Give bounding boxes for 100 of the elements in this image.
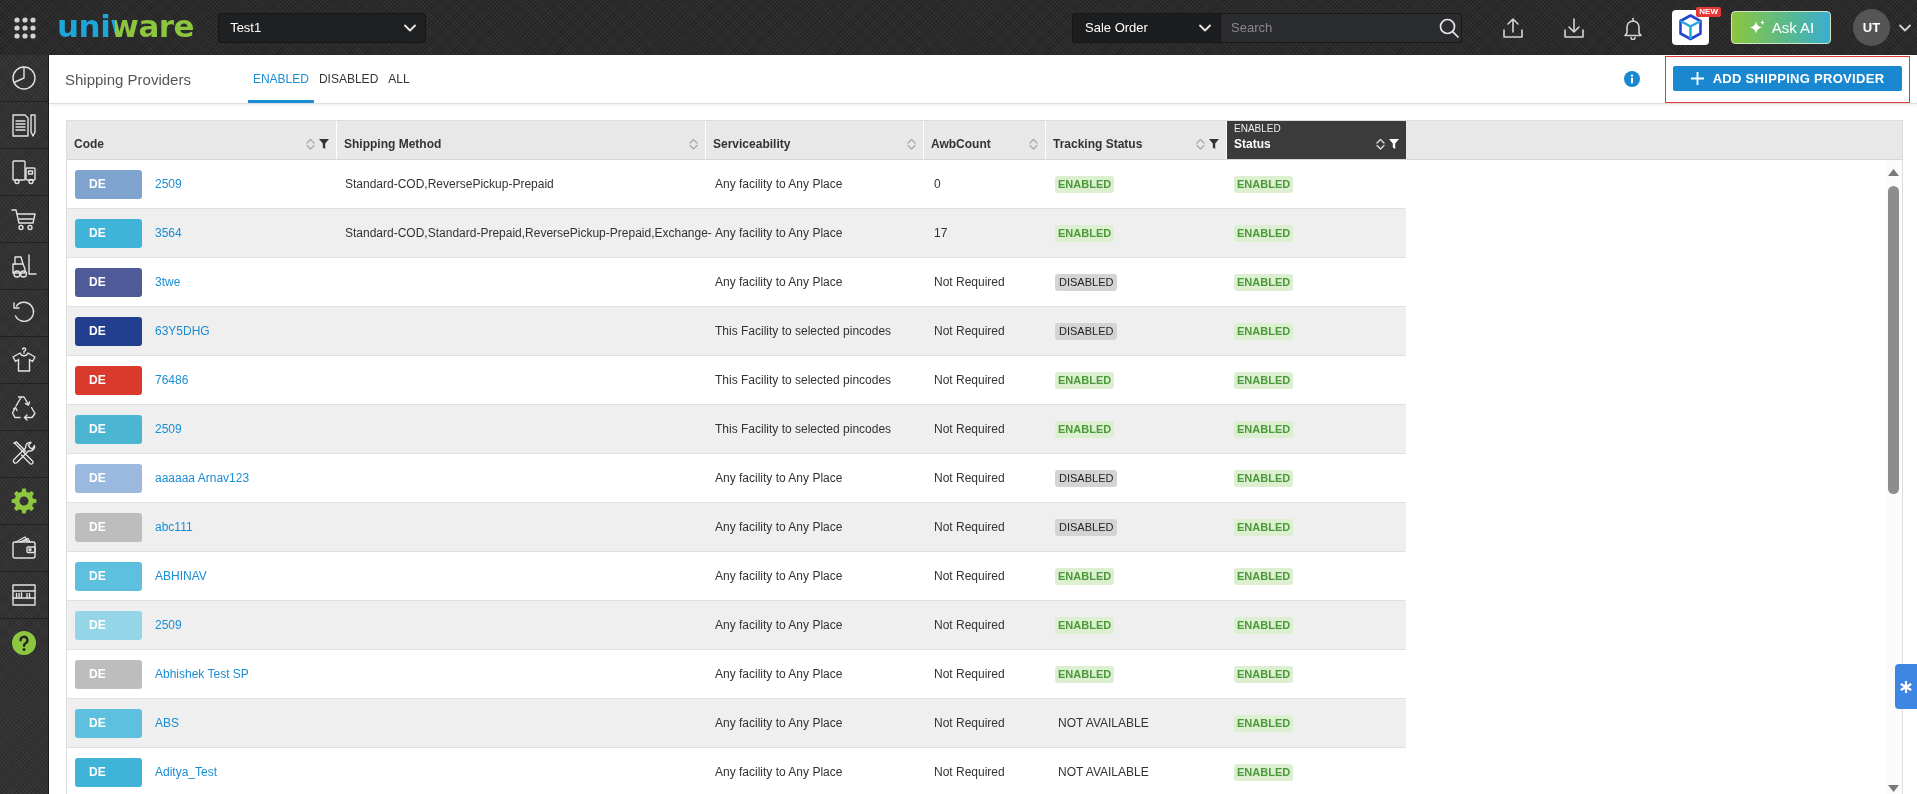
provider-link[interactable]: aaaaaa Arnav123 <box>155 471 250 485</box>
search-type-dropdown[interactable]: Sale Order <box>1072 12 1221 43</box>
shelf-icon[interactable] <box>10 581 38 609</box>
status-badge: ENABLED <box>1234 420 1294 438</box>
table-cell: Not Required <box>934 373 1005 387</box>
table-cell: Any facility to Any Place <box>715 569 843 583</box>
code-badge: DE <box>75 218 142 248</box>
table-cell: Any facility to Any Place <box>715 520 843 534</box>
provider-link[interactable]: Abhishek Test SP <box>155 667 249 681</box>
table-cell: This Facility to selected pincodes <box>715 324 892 338</box>
wallet-icon[interactable] <box>10 534 38 562</box>
filter-tab[interactable]: ENABLED <box>247 55 314 103</box>
upload-icon[interactable] <box>1501 15 1525 40</box>
status-badge: DISABLED <box>1055 469 1118 487</box>
new-badge: NEW <box>1696 7 1721 17</box>
pie-chart-icon[interactable] <box>10 64 38 92</box>
info-icon[interactable] <box>1624 71 1640 87</box>
filter-icon[interactable] <box>1389 139 1399 149</box>
provider-link[interactable]: Aditya_Test <box>155 765 218 779</box>
apps-menu-icon[interactable] <box>14 16 36 39</box>
facility-dropdown[interactable]: Test1 <box>218 12 427 43</box>
user-avatar[interactable]: UT <box>1853 9 1890 46</box>
status-badge: ENABLED <box>1234 371 1294 389</box>
plus-icon <box>1690 72 1704 85</box>
download-icon[interactable] <box>1562 15 1586 40</box>
status-badge: ENABLED <box>1055 616 1115 634</box>
column-header[interactable]: AwbCount <box>924 121 1046 159</box>
status-badge: ENABLED <box>1234 273 1294 291</box>
column-label: Shipping Method <box>344 137 443 151</box>
provider-link[interactable]: 2509 <box>155 422 182 436</box>
chevron-down-icon[interactable] <box>1899 23 1911 32</box>
status-badge: ENABLED <box>1055 567 1115 585</box>
table-cell: Not Required <box>934 422 1005 436</box>
provider-link[interactable]: ABHINAV <box>155 569 207 583</box>
filter-icon[interactable] <box>319 139 329 149</box>
document-pencil-icon[interactable] <box>10 111 38 139</box>
code-badge: DE <box>75 512 142 542</box>
status-badge: ENABLED <box>1234 322 1294 340</box>
provider-link[interactable]: 2509 <box>155 177 182 191</box>
column-header[interactable]: Code <box>67 121 337 159</box>
table-cell: Not Required <box>934 667 1005 681</box>
code-badge: DE <box>75 561 142 591</box>
add-shipping-provider-button[interactable]: ADD SHIPPING PROVIDER <box>1673 66 1902 91</box>
search-icon[interactable] <box>1439 17 1459 38</box>
filter-value: ENABLED <box>1234 122 1282 135</box>
provider-link[interactable]: 3564 <box>155 226 182 240</box>
table-cell: Not Required <box>934 569 1005 583</box>
chevron-down-icon[interactable] <box>1199 23 1211 32</box>
bell-icon[interactable] <box>1622 15 1644 40</box>
status-badge: ENABLED <box>1234 714 1294 732</box>
table-cell: Any facility to Any Place <box>715 471 843 485</box>
recycle-icon[interactable] <box>10 393 38 421</box>
table-cell: Any facility to Any Place <box>715 765 843 779</box>
provider-link[interactable]: 76486 <box>155 373 189 387</box>
column-header[interactable]: ENABLED Status <box>1227 121 1406 159</box>
column-header[interactable]: Serviceability <box>706 121 924 159</box>
table-cell: NOT AVAILABLE <box>1058 765 1149 779</box>
caret-down-icon[interactable] <box>1888 785 1899 792</box>
tools-icon[interactable] <box>10 440 38 468</box>
status-badge: ENABLED <box>1234 763 1294 781</box>
help-icon[interactable] <box>12 630 36 655</box>
column-label: Code <box>74 137 105 151</box>
filter-tab[interactable]: DISABLED <box>313 55 384 103</box>
settings-icon[interactable] <box>10 487 38 515</box>
ask-ai-button[interactable]: Ask AI <box>1731 11 1831 44</box>
truck-icon[interactable] <box>10 158 38 186</box>
status-badge: ENABLED <box>1234 469 1294 487</box>
provider-link[interactable]: 3twe <box>155 275 181 289</box>
status-badge: ENABLED <box>1234 518 1294 536</box>
code-badge: DE <box>75 757 142 787</box>
provider-link[interactable]: abc111 <box>155 520 193 534</box>
status-badge: ENABLED <box>1055 224 1115 242</box>
table-cell: Not Required <box>934 275 1005 289</box>
status-badge: ENABLED <box>1234 665 1294 683</box>
status-badge: ENABLED <box>1055 420 1115 438</box>
caret-up-icon[interactable] <box>1888 169 1899 176</box>
table-cell: Not Required <box>934 618 1005 632</box>
code-badge: DE <box>75 169 142 199</box>
search-field[interactable]: Search <box>1221 12 1462 43</box>
provider-link[interactable]: ABS <box>155 716 179 730</box>
filter-tab[interactable]: ALL <box>383 55 415 103</box>
provider-link[interactable]: 2509 <box>155 618 182 632</box>
code-badge: DE <box>75 463 142 493</box>
code-badge: DE <box>75 708 142 738</box>
code-badge: DE <box>75 267 142 297</box>
status-badge: ENABLED <box>1234 616 1294 634</box>
status-badge: ENABLED <box>1055 665 1115 683</box>
asterisk-icon <box>1900 680 1912 693</box>
scrollbar[interactable] <box>1885 160 1902 794</box>
table-cell: Not Required <box>934 324 1005 338</box>
table-cell: NOT AVAILABLE <box>1058 716 1149 730</box>
table-cell: Any facility to Any Place <box>715 667 843 681</box>
side-tab[interactable] <box>1895 664 1917 709</box>
column-header[interactable]: Shipping Method <box>337 121 706 159</box>
provider-link[interactable]: 63Y5DHG <box>155 324 210 338</box>
filter-icon[interactable] <box>1209 139 1219 149</box>
scrollbar-thumb[interactable] <box>1888 186 1899 494</box>
forklift-icon[interactable] <box>10 252 38 280</box>
chevron-down-icon[interactable] <box>404 23 417 32</box>
shirt-icon[interactable] <box>10 346 38 374</box>
